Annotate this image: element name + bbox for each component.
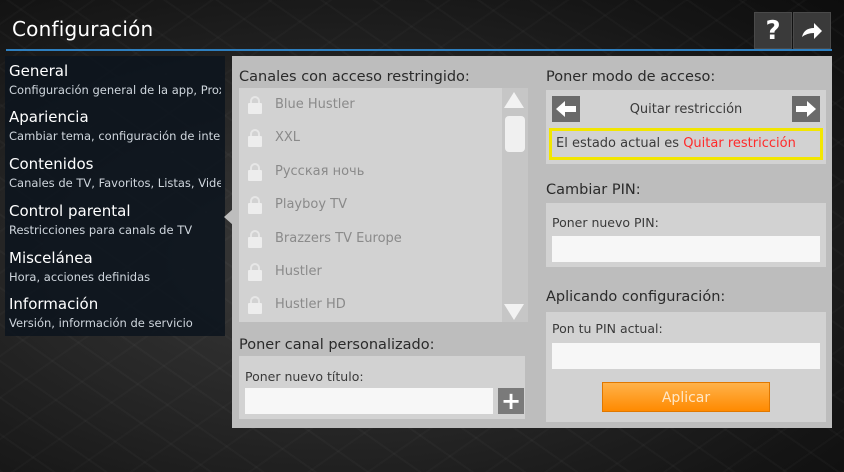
sidebar-item-contenidos[interactable]: Contenidos Canales de TV, Favoritos, Lis…: [5, 149, 225, 195]
lock-icon: [248, 95, 262, 114]
channel-row[interactable]: Hustler HD: [239, 288, 505, 321]
sidebar-item-title: Información: [9, 295, 99, 313]
status-value: Quitar restricción: [683, 136, 796, 151]
header-divider: [6, 49, 832, 51]
channel-name: Playboy TV: [275, 197, 347, 212]
change-pin-label: Cambiar PIN:: [546, 182, 641, 198]
lock-icon: [248, 262, 262, 281]
channel-row[interactable]: XXL: [239, 121, 505, 154]
apply-settings-box: Pon tu PIN actual: Aplicar: [546, 312, 826, 422]
restricted-channel-list[interactable]: Blue Hustler XXL Русская ночь Playboy TV…: [239, 88, 505, 322]
channel-row[interactable]: Hustler: [239, 255, 505, 288]
page-title: Configuración: [12, 17, 154, 41]
sidebar-item-title: Control parental: [9, 202, 131, 220]
sidebar-item-informacion[interactable]: Información Versión, información de serv…: [5, 289, 225, 335]
channel-name: XXL: [275, 130, 301, 145]
channel-name: Русская ночь: [275, 164, 365, 179]
help-icon: ?: [765, 15, 781, 46]
sidebar-item-title: Contenidos: [9, 155, 94, 173]
previous-mode-button[interactable]: [552, 96, 580, 122]
top-bar: Configuración ?: [0, 0, 844, 51]
parental-control-panel: Canales con acceso restringido: Blue Hus…: [232, 56, 832, 428]
current-pin-label: Pon tu PIN actual:: [552, 321, 663, 336]
lock-icon: [248, 195, 262, 214]
forward-button[interactable]: [793, 12, 831, 49]
next-mode-button[interactable]: [792, 96, 820, 122]
channel-name: Hustler: [275, 264, 322, 279]
access-mode-box: Quitar restricción El estado actual es Q…: [546, 90, 826, 164]
new-title-input[interactable]: [245, 388, 493, 414]
scroll-down-icon[interactable]: [504, 304, 524, 320]
channel-name: Blue Hustler: [275, 97, 355, 112]
arrow-left-icon: [556, 101, 576, 117]
change-pin-box: Poner nuevo PIN:: [546, 203, 826, 267]
plus-icon: +: [500, 387, 522, 415]
settings-sidebar: General Configuración general de la app,…: [5, 56, 225, 336]
lock-icon: [248, 162, 262, 181]
new-pin-input[interactable]: [552, 236, 820, 262]
scroll-thumb[interactable]: [505, 116, 525, 152]
access-mode-label: Poner modo de acceso:: [546, 69, 716, 85]
apply-button[interactable]: Aplicar: [602, 382, 770, 412]
channel-name: Brazzers TV Europe: [275, 231, 402, 246]
custom-channel-box: Poner nuevo título: +: [239, 356, 525, 419]
channel-name: Hustler HD: [275, 297, 346, 312]
access-mode-value: Quitar restricción: [629, 102, 743, 117]
current-pin-input[interactable]: [552, 343, 820, 369]
sidebar-item-subtitle: Restricciones para canals de TV: [9, 223, 193, 237]
current-status: El estado actual es Quitar restricción: [549, 128, 823, 160]
channel-row[interactable]: Blue Hustler: [239, 88, 505, 121]
lock-icon: [248, 295, 262, 314]
sidebar-item-subtitle: Configuración general de la app, Proxy U: [9, 83, 221, 97]
restricted-channels-label: Canales con acceso restringido:: [239, 69, 470, 85]
sidebar-item-miscelanea[interactable]: Miscelánea Hora, acciones definidas: [5, 243, 225, 289]
sidebar-item-subtitle: Canales de TV, Favoritos, Listas, Video: [9, 176, 221, 190]
lock-icon: [248, 128, 262, 147]
lock-icon: [248, 229, 262, 248]
channel-row[interactable]: Playboy TV: [239, 188, 505, 221]
new-title-label: Poner nuevo título:: [245, 369, 364, 384]
new-pin-label: Poner nuevo PIN:: [552, 215, 659, 230]
help-button[interactable]: ?: [754, 12, 792, 49]
sidebar-item-title: General: [9, 62, 69, 80]
sidebar-item-control-parental[interactable]: Control parental Restricciones para cana…: [5, 196, 225, 242]
channel-row[interactable]: Русская ночь: [239, 155, 505, 188]
sidebar-item-subtitle: Hora, acciones definidas: [9, 270, 151, 284]
arrow-right-icon: [796, 101, 816, 117]
sidebar-item-title: Apariencia: [9, 108, 89, 126]
sidebar-item-subtitle: Versión, información de servicio: [9, 316, 193, 330]
sidebar-item-general[interactable]: General Configuración general de la app,…: [5, 56, 225, 102]
add-channel-button[interactable]: +: [498, 388, 524, 414]
status-prefix: El estado actual es: [556, 136, 680, 151]
apply-settings-label: Aplicando configuración:: [546, 289, 726, 305]
sidebar-item-title: Miscelánea: [9, 249, 93, 267]
custom-channel-label: Poner canal personalizado:: [239, 337, 435, 353]
forward-arrow-icon: [802, 22, 822, 39]
scroll-up-icon[interactable]: [504, 92, 524, 108]
sidebar-item-subtitle: Cambiar tema, configuración de interfaz: [9, 129, 221, 143]
sidebar-item-apariencia[interactable]: Apariencia Cambiar tema, configuración d…: [5, 102, 225, 148]
channel-row[interactable]: Brazzers TV Europe: [239, 222, 505, 255]
